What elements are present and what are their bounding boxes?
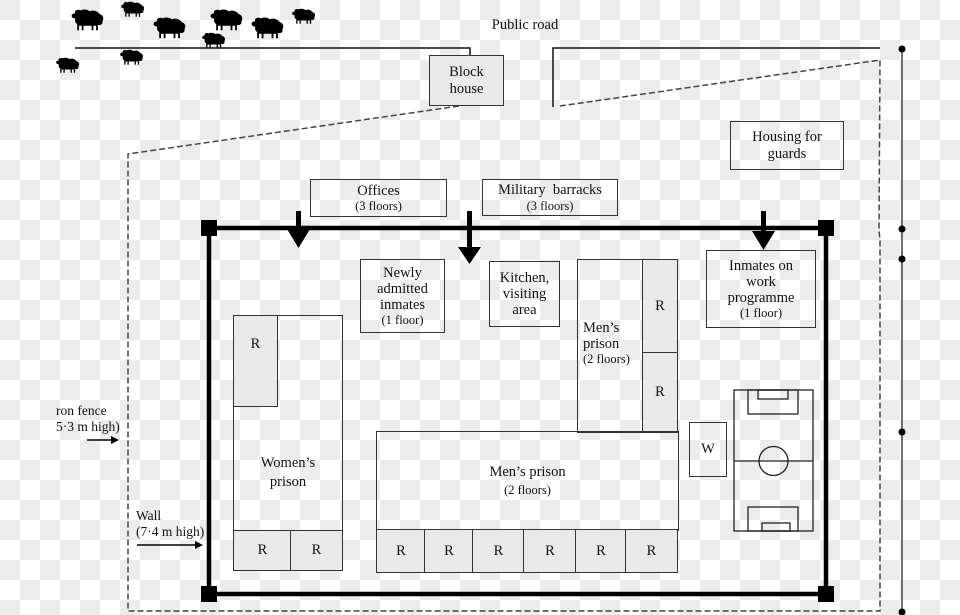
kitchen-visiting-area: Kitchen, visiting area bbox=[489, 261, 560, 327]
room-label: R bbox=[655, 384, 665, 401]
sheep-icon bbox=[71, 9, 104, 31]
iron-fence-arrow bbox=[87, 436, 119, 444]
boundary-post bbox=[898, 45, 906, 53]
room-r: R bbox=[472, 529, 525, 573]
iron-fence-label: ron fence 5·3 m high) bbox=[56, 403, 120, 435]
entrance-arrow-offices bbox=[287, 211, 310, 248]
sheep-icon bbox=[210, 9, 243, 31]
sheep-icon bbox=[251, 17, 284, 39]
wall-arrow bbox=[137, 541, 203, 549]
road-edge-right bbox=[552, 47, 880, 107]
newly-label-3: inmates bbox=[379, 297, 426, 314]
kitchen-label-1: Kitchen, bbox=[499, 269, 550, 286]
mens-lower-floors: (2 floors) bbox=[504, 483, 551, 498]
housing-label-1: Housing for bbox=[752, 129, 822, 146]
work-label-1: Inmates on bbox=[728, 257, 794, 274]
football-pitch bbox=[733, 389, 814, 532]
room-label: R bbox=[257, 542, 268, 559]
room-label: R bbox=[646, 542, 657, 559]
wall-tower bbox=[818, 586, 834, 602]
work-label-3: programme bbox=[727, 290, 795, 307]
barracks-label: Military barracks bbox=[498, 182, 602, 199]
room-r: R bbox=[290, 530, 343, 571]
room-label: R bbox=[655, 297, 665, 314]
washroom-label: W bbox=[701, 441, 715, 458]
barracks-floors: (3 floors) bbox=[526, 198, 574, 213]
wall-label: Wall (7·4 m high) bbox=[136, 508, 204, 540]
mens-upper-floors: (2 floors) bbox=[583, 352, 630, 367]
room-r: R bbox=[642, 352, 678, 433]
mens-lower-label: Men’s prison bbox=[489, 464, 566, 480]
iron-fence-label-2: 5·3 m high) bbox=[56, 418, 120, 434]
mens-prison-lower: Men’s prison (2 floors) bbox=[376, 431, 679, 531]
room-r: R bbox=[523, 529, 577, 573]
newly-admitted-inmates: Newly admitted inmates (1 floor) bbox=[360, 259, 445, 333]
washroom-w: W bbox=[689, 422, 727, 477]
newly-label-2: admitted bbox=[377, 280, 428, 297]
block-house: Block house bbox=[429, 55, 504, 106]
mens-upper-label-1: Men’s bbox=[583, 320, 620, 336]
mens-prison-upper: Men’s prison (2 floors) bbox=[577, 259, 644, 433]
room-label: R bbox=[250, 335, 261, 352]
work-label-2: work bbox=[746, 273, 776, 290]
sheep-icon bbox=[202, 32, 226, 48]
room-r: R bbox=[233, 315, 278, 407]
newly-floors: (1 floor) bbox=[381, 313, 424, 328]
room-r: R bbox=[625, 529, 678, 573]
public-road-label: Public road bbox=[491, 17, 559, 33]
housing-label-2: guards bbox=[767, 145, 807, 162]
wall-tower bbox=[201, 220, 217, 236]
wall-tower bbox=[818, 220, 834, 236]
entrance-arrow-work bbox=[752, 211, 775, 250]
iron-fence-label-1: ron fence bbox=[56, 403, 107, 418]
housing-for-guards: Housing for guards bbox=[730, 121, 844, 170]
room-label: R bbox=[493, 542, 504, 559]
room-r: R bbox=[376, 529, 426, 573]
block-house-label-2: house bbox=[449, 80, 484, 97]
wall-tower bbox=[201, 586, 217, 602]
military-barracks: Military barracks (3 floors) bbox=[482, 179, 618, 216]
room-r: R bbox=[233, 530, 292, 571]
sheep-icon bbox=[292, 8, 316, 24]
sheep-icon bbox=[121, 1, 145, 17]
boundary-post bbox=[898, 225, 906, 233]
sheep-icon bbox=[120, 49, 144, 65]
wall-label-2: (7·4 m high) bbox=[136, 523, 205, 539]
room-r: R bbox=[575, 529, 627, 573]
kitchen-label-3: area bbox=[512, 302, 537, 319]
room-label: R bbox=[545, 542, 555, 559]
newly-label-1: Newly bbox=[383, 264, 422, 281]
boundary-post bbox=[898, 428, 906, 436]
room-label: R bbox=[311, 542, 322, 559]
kitchen-label-2: visiting bbox=[502, 285, 547, 302]
mens-upper-label-2: prison bbox=[583, 336, 620, 353]
boundary-post bbox=[898, 608, 906, 615]
offices-floors: (3 floors) bbox=[355, 199, 402, 214]
block-house-label-1: Block bbox=[449, 64, 484, 81]
womens-label-1: Women’s bbox=[260, 455, 316, 471]
womens-label-2: prison bbox=[269, 473, 307, 490]
offices-building: Offices (3 floors) bbox=[310, 179, 447, 217]
sheep-icon bbox=[153, 17, 186, 39]
room-label: R bbox=[396, 542, 406, 559]
wall-label-1: Wall bbox=[136, 508, 162, 523]
room-label: R bbox=[444, 542, 454, 559]
offices-label: Offices bbox=[357, 182, 400, 199]
room-r: R bbox=[424, 529, 474, 573]
room-r: R bbox=[642, 259, 678, 353]
boundary-post bbox=[898, 255, 906, 263]
room-label: R bbox=[596, 542, 606, 559]
entrance-arrow-barracks bbox=[458, 211, 481, 264]
work-floors: (1 floor) bbox=[740, 306, 782, 321]
inmates-work-programme: Inmates on work programme (1 floor) bbox=[706, 250, 816, 328]
sheep-icon bbox=[56, 57, 80, 73]
